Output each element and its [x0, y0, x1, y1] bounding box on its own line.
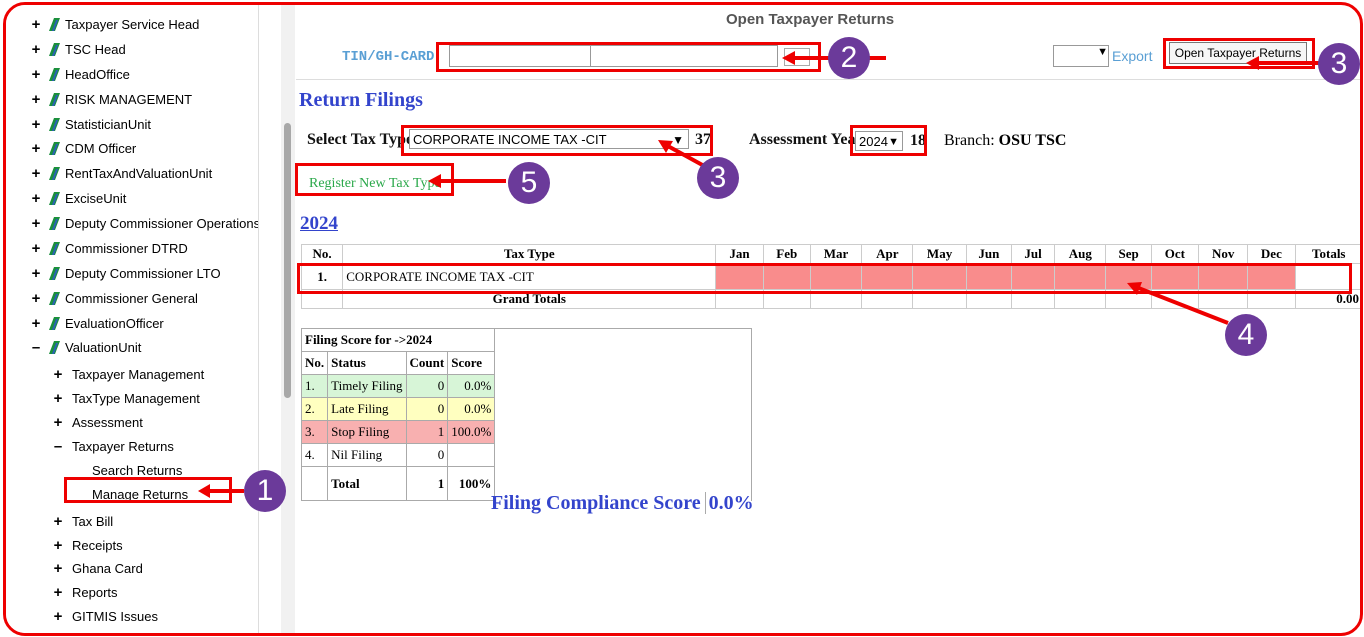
annotation-badge-1: 1: [244, 470, 286, 512]
app-window: + Taxpayer Service Head + TSC Head + HeadOf…: [3, 2, 1363, 636]
annotation-badge-3-top: 3: [1318, 43, 1360, 85]
annotation-badge-4: 4: [1225, 314, 1267, 356]
annotation-badge-3: 3: [697, 157, 739, 199]
annotation-badge-5: 5: [508, 162, 550, 204]
annotation-arrows: [198, 51, 1324, 498]
annotation-badge-2: 2: [828, 37, 870, 79]
